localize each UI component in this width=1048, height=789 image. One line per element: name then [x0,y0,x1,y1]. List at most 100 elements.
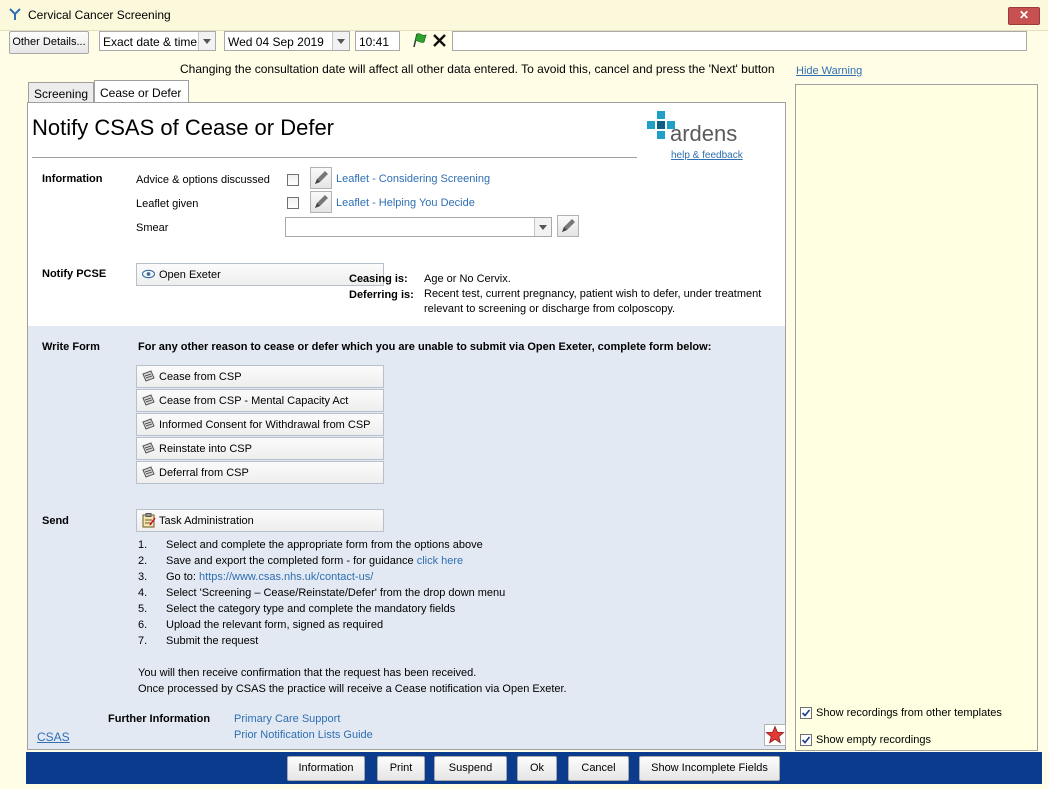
leaflet-considering-link[interactable]: Leaflet - Considering Screening [336,173,490,185]
deferring-text-line-1: Recent test, current pregnancy, patient … [424,288,762,300]
step-number: 2. [138,555,148,567]
advice-checkbox[interactable] [287,174,299,186]
smear-edit-button[interactable] [557,215,579,237]
step-item: Save and export the completed form - for… [166,555,463,567]
form-icon [142,370,155,382]
hide-warning-link[interactable]: Hide Warning [796,65,862,77]
step-text: Select and complete the appropriate form… [166,539,483,551]
step-text: Submit the request [166,635,259,647]
date-warning-text: Changing the consultation date will affe… [180,62,775,76]
form-deferral-button[interactable]: Deferral from CSP [136,461,384,484]
step-text: Select the category type and complete th… [166,603,456,615]
app-logo-icon [9,8,21,20]
information-button[interactable]: Information [287,756,365,781]
help-feedback-link[interactable]: help & feedback [671,150,743,161]
ceasing-text: Age or No Cervix. [424,273,511,285]
task-administration-button[interactable]: Task Administration [136,509,384,532]
leaflet-given-label: Leaflet given [136,198,199,210]
leaflet-helping-link[interactable]: Leaflet - Helping You Decide [336,197,475,209]
open-exeter-label: Open Exeter [159,269,221,281]
date-mode-value: Exact date & time [103,35,198,49]
title-bar: Cervical Cancer Screening ✕ [0,0,1048,31]
write-form-instruction: For any other reason to cease or defer w… [138,341,712,353]
form-label: Cease from CSP [159,371,242,383]
pen-icon [315,195,328,208]
step-text: Save and export the completed form - for… [166,555,417,567]
date-select[interactable]: Wed 04 Sep 2019 [224,31,350,51]
clipboard-icon [142,513,156,528]
other-details-button[interactable]: Other Details... [9,31,89,54]
notify-pcse-heading: Notify PCSE [42,268,107,280]
step-text: Go to: [166,571,200,583]
page-title: Notify CSAS of Cease or Defer [32,115,335,140]
step-number: 7. [138,635,148,647]
prior-notification-guide-link[interactable]: Prior Notification Lists Guide [234,729,373,741]
show-other-templates-label: Show recordings from other templates [816,707,1002,719]
step-text: Select 'Screening – Cease/Reinstate/Defe… [166,587,506,599]
form-label: Cease from CSP - Mental Capacity Act [159,395,349,407]
task-administration-label: Task Administration [159,515,254,527]
date-value: Wed 04 Sep 2019 [228,35,324,49]
flag-icon[interactable] [411,32,428,49]
deferring-text-line-2: relevant to screening or discharge from … [424,303,676,315]
chevron-down-icon[interactable] [332,32,349,50]
time-input[interactable]: 10:41 [355,31,400,51]
eye-icon [142,269,155,279]
smear-select[interactable] [285,217,552,237]
print-button[interactable]: Print [377,756,425,781]
date-mode-select[interactable]: Exact date & time [99,31,216,51]
advice-edit-button[interactable] [310,167,332,189]
form-reinstate-button[interactable]: Reinstate into CSP [136,437,384,460]
advice-label: Advice & options discussed [136,174,270,186]
close-button[interactable]: ✕ [1008,7,1040,25]
chevron-down-icon[interactable] [534,218,551,236]
show-empty-recordings-checkbox[interactable] [800,734,812,746]
form-label: Reinstate into CSP [159,443,252,455]
show-incomplete-fields-button[interactable]: Show Incomplete Fields [639,756,780,781]
form-icon [142,442,155,454]
show-empty-recordings-label: Show empty recordings [816,734,931,746]
cancel-button[interactable]: Cancel [568,756,629,781]
processed-text: Once processed by CSAS the practice will… [138,683,567,695]
chevron-down-icon[interactable] [198,32,215,50]
check-icon [801,736,811,744]
form-label: Deferral from CSP [159,467,249,479]
form-cease-mental-capacity-button[interactable]: Cease from CSP - Mental Capacity Act [136,389,384,412]
window-title: Cervical Cancer Screening [28,8,171,22]
step-number: 5. [138,603,148,615]
leaflet-edit-button[interactable] [310,191,332,213]
clear-x-icon[interactable] [432,33,447,48]
recordings-panel [795,84,1038,751]
form-icon [142,418,155,430]
tab-screening[interactable]: Screening [28,82,94,102]
leaflet-given-checkbox[interactable] [287,197,299,209]
primary-care-support-link[interactable]: Primary Care Support [234,713,340,725]
show-other-templates-checkbox[interactable] [800,707,812,719]
form-cease-from-csp-button[interactable]: Cease from CSP [136,365,384,388]
open-exeter-button[interactable]: Open Exeter [136,263,384,286]
free-text-input[interactable] [452,31,1027,51]
ceasing-label: Ceasing is: [349,273,408,285]
step-item: Go to: https://www.csas.nhs.uk/contact-u… [166,571,373,583]
form-label: Informed Consent for Withdrawal from CSP [159,419,371,431]
suspend-button[interactable]: Suspend [434,756,507,781]
step-number: 3. [138,571,148,583]
form-icon [142,466,155,478]
guidance-click-here-link[interactable]: click here [417,555,463,567]
information-heading: Information [42,173,103,185]
favourite-button[interactable] [764,724,786,746]
step-number: 6. [138,619,148,631]
step-text: Upload the relevant form, signed as requ… [166,619,384,631]
further-information-heading: Further Information [108,713,211,725]
ardens-brand: ardens [670,121,738,146]
tab-cease-or-defer[interactable]: Cease or Defer [94,80,189,103]
csas-link[interactable]: CSAS [37,730,70,744]
csas-contact-url-link[interactable]: https://www.csas.nhs.uk/contact-us/ [199,571,373,583]
pen-icon [562,219,575,232]
star-icon [765,725,785,744]
send-heading: Send [42,515,69,527]
form-informed-consent-button[interactable]: Informed Consent for Withdrawal from CSP [136,413,384,436]
ok-button[interactable]: Ok [517,756,557,781]
write-form-heading: Write Form [42,341,100,353]
deferring-label: Deferring is: [349,289,414,301]
